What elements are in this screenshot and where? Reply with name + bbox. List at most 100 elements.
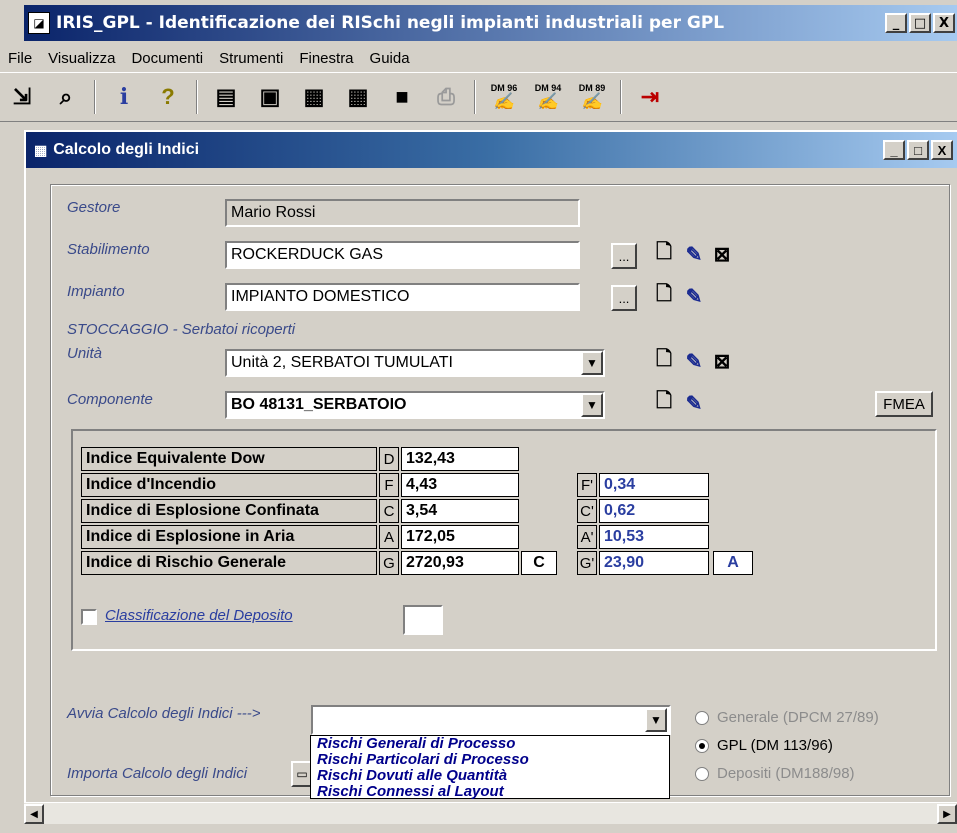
- avvia-label: Avvia Calcolo degli Indici --->: [67, 705, 261, 722]
- help-icon[interactable]: ?: [150, 79, 186, 115]
- radio-depositi: Depositi (DM188/98): [695, 765, 855, 782]
- dropdown-option[interactable]: Rischi Generali di Processo: [311, 736, 669, 752]
- fmea-button[interactable]: FMEA: [875, 391, 933, 417]
- index-prime-class: A: [713, 551, 753, 575]
- app-window: ◪ IRIS_GPL - Identificazione dei RISchi …: [0, 0, 957, 833]
- radio-label: Depositi (DM188/98): [717, 765, 855, 782]
- stabilimento-browse-button[interactable]: ...: [611, 243, 637, 269]
- chevron-down-icon[interactable]: ▼: [581, 351, 603, 375]
- new-document-icon[interactable]: 🗋: [653, 283, 675, 308]
- properties-icon[interactable]: ⊠: [711, 242, 733, 266]
- index-value: 2720,93: [401, 551, 519, 575]
- indices-panel: Indice Equivalente Dow D 132,43 Indice d…: [71, 429, 937, 651]
- toolbar-separator: [474, 80, 476, 114]
- dm96-icon[interactable]: DM 96 ✍: [486, 79, 522, 115]
- search-icon[interactable]: ⌕: [48, 79, 84, 115]
- gestore-field: Mario Rossi: [225, 199, 580, 227]
- radio-label: Generale (DPCM 27/89): [717, 709, 879, 726]
- menu-guida[interactable]: Guida: [362, 50, 418, 67]
- dropdown-option[interactable]: Rischi Particolari di Processo: [311, 752, 669, 768]
- scroll-right-arrow-icon[interactable]: ▶: [937, 804, 957, 824]
- menu-bar: File Visualizza Documenti Strumenti Fine…: [0, 44, 957, 72]
- menu-strumenti[interactable]: Strumenti: [211, 50, 291, 67]
- scroll-left-arrow-icon[interactable]: ◀: [24, 804, 44, 824]
- dm94-icon[interactable]: DM 94 ✍: [530, 79, 566, 115]
- gestore-label: Gestore: [67, 199, 121, 216]
- dropdown-option[interactable]: Rischi Dovuti alle Quantità: [311, 768, 669, 784]
- edit-pencil-icon[interactable]: ✎: [683, 349, 705, 373]
- stabilimento-field[interactable]: ROCKERDUCK GAS: [225, 241, 580, 269]
- importa-label: Importa Calcolo degli Indici: [67, 765, 248, 782]
- properties-icon[interactable]: ⊠: [711, 349, 733, 373]
- avvia-dropdown-list: Rischi Generali di Processo Rischi Parti…: [310, 735, 670, 800]
- index-value: 132,43: [401, 447, 519, 471]
- chevron-down-icon[interactable]: ▼: [645, 708, 667, 732]
- edit-pencil-icon[interactable]: ✎: [683, 391, 705, 415]
- child-maximize-button[interactable]: □: [907, 140, 929, 160]
- impianto-browse-button[interactable]: ...: [611, 285, 637, 311]
- radio-gpl[interactable]: GPL (DM 113/96): [695, 737, 833, 754]
- index-prime-value: 0,34: [599, 473, 709, 497]
- classificazione-field[interactable]: [403, 605, 443, 635]
- minimize-button[interactable]: _: [885, 13, 907, 33]
- child-minimize-button[interactable]: _: [883, 140, 905, 160]
- classificazione-checkbox[interactable]: [81, 609, 97, 625]
- avvia-select[interactable]: ▼: [311, 705, 671, 735]
- child-title-bar: ▦ Calcolo degli Indici _ □ X: [26, 132, 957, 168]
- index-prime-letter: F': [577, 473, 597, 497]
- menu-visualizza[interactable]: Visualizza: [40, 50, 123, 67]
- menu-documenti[interactable]: Documenti: [123, 50, 211, 67]
- index-letter: F: [379, 473, 399, 497]
- radio-button[interactable]: [695, 738, 709, 753]
- print-icon: ⎙: [437, 84, 455, 109]
- save-icon[interactable]: ■: [384, 79, 420, 115]
- impianto-field[interactable]: IMPIANTO DOMESTICO: [225, 283, 580, 311]
- index-label-aria: Indice di Esplosione in Aria: [81, 525, 377, 549]
- child-close-button[interactable]: X: [931, 140, 953, 160]
- edit-pencil-icon[interactable]: ✎: [683, 284, 705, 308]
- unita-label: Unità: [67, 345, 103, 362]
- classificazione-label[interactable]: Classificazione del Deposito: [105, 607, 293, 624]
- open-icon[interactable]: ⇲: [4, 79, 40, 115]
- index-label-incendio: Indice d'Incendio: [81, 473, 377, 497]
- horizontal-scrollbar[interactable]: ◀ ▶: [24, 802, 957, 824]
- dropdown-option[interactable]: Rischi Connessi al Layout: [311, 784, 669, 800]
- index-prime-value: 10,53: [599, 525, 709, 549]
- report-icon[interactable]: ▤: [208, 79, 244, 115]
- index-letter: A: [379, 525, 399, 549]
- index-prime-value: 0,62: [599, 499, 709, 523]
- index-value: 3,54: [401, 499, 519, 523]
- index-prime-letter: C': [577, 499, 597, 523]
- dm89-icon[interactable]: DM 89 ✍: [574, 79, 610, 115]
- stabilimento-label: Stabilimento: [67, 241, 150, 258]
- info-icon[interactable]: i: [106, 79, 142, 115]
- radio-generale: Generale (DPCM 27/89): [695, 709, 879, 726]
- table-search-icon[interactable]: ▦: [296, 79, 332, 115]
- unita-select[interactable]: Unità 2, SERBATOI TUMULATI ▼: [225, 349, 605, 377]
- chevron-down-icon[interactable]: ▼: [581, 393, 603, 417]
- maximize-button[interactable]: □: [909, 13, 931, 33]
- new-document-icon[interactable]: 🗋: [653, 241, 675, 266]
- text-icon[interactable]: ▣: [252, 79, 288, 115]
- new-document-icon[interactable]: 🗋: [653, 390, 675, 415]
- index-letter: G: [379, 551, 399, 575]
- toolbar-separator: [94, 80, 96, 114]
- exit-icon[interactable]: ⇥: [632, 79, 668, 115]
- app-title-bar: ◪ IRIS_GPL - Identificazione dei RISchi …: [24, 5, 957, 41]
- close-button[interactable]: X: [933, 13, 955, 33]
- radio-label: GPL (DM 113/96): [717, 737, 833, 754]
- table-icon[interactable]: ▦: [340, 79, 376, 115]
- index-value: 4,43: [401, 473, 519, 497]
- index-letter: C: [379, 499, 399, 523]
- calculator-icon: ▦: [34, 141, 48, 158]
- child-title: Calcolo degli Indici: [53, 141, 200, 158]
- app-title: IRIS_GPL - Identificazione dei RISchi ne…: [56, 13, 725, 33]
- menu-finestra[interactable]: Finestra: [291, 50, 361, 67]
- menu-file[interactable]: File: [0, 50, 40, 67]
- componente-select[interactable]: BO 48131_SERBATOIO ▼: [225, 391, 605, 419]
- index-letter: D: [379, 447, 399, 471]
- index-label-rischio: Indice di Rischio Generale: [81, 551, 377, 575]
- new-document-icon[interactable]: 🗋: [653, 348, 675, 373]
- toolbar-separator: [620, 80, 622, 114]
- edit-pencil-icon[interactable]: ✎: [683, 242, 705, 266]
